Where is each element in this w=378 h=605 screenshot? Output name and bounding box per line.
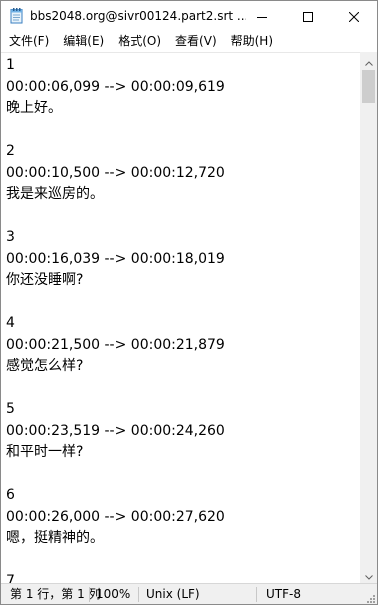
status-cursor-position: 第 1 行，第 1 列 — [10, 587, 101, 601]
text-line[interactable]: 我是来巡房的。 — [6, 184, 360, 206]
text-line[interactable] — [6, 292, 360, 314]
menu-view[interactable]: 查看(V) — [167, 31, 223, 51]
text-line[interactable] — [6, 378, 360, 400]
text-line[interactable]: 1 — [6, 55, 360, 77]
text-line[interactable]: 6 — [6, 485, 360, 507]
minimize-icon — [257, 7, 267, 26]
close-button[interactable] — [331, 1, 377, 31]
text-line[interactable]: 4 — [6, 313, 360, 335]
menu-help[interactable]: 帮助(H) — [223, 31, 279, 51]
status-encoding: UTF-8 — [266, 587, 301, 601]
status-divider — [89, 587, 90, 602]
menu-format[interactable]: 格式(O) — [110, 31, 167, 51]
text-line[interactable]: 00:00:06,099 --> 00:00:09,619 — [6, 77, 360, 99]
text-line[interactable]: 00:00:16,039 --> 00:00:18,019 — [6, 249, 360, 271]
scroll-up-button[interactable] — [360, 52, 377, 69]
text-line[interactable]: 00:00:21,500 --> 00:00:21,879 — [6, 335, 360, 357]
status-divider — [256, 587, 257, 602]
status-zoom: 100% — [96, 587, 131, 601]
scroll-down-button[interactable] — [360, 566, 377, 583]
text-line[interactable]: 你还没睡啊? — [6, 270, 360, 292]
text-line[interactable]: 2 — [6, 141, 360, 163]
status-bar: 第 1 行，第 1 列 100% Unix (LF) UTF-8 — [1, 583, 377, 604]
minimize-button[interactable] — [239, 1, 285, 31]
scrollbar-thumb[interactable] — [362, 70, 375, 103]
maximize-icon — [303, 7, 313, 26]
maximize-button[interactable] — [285, 1, 331, 31]
title-bar[interactable]: bbs2048.org@sivr00124.part2.srt ... — [1, 1, 377, 31]
menu-edit[interactable]: 编辑(E) — [55, 31, 110, 51]
notepad-icon — [10, 8, 24, 24]
text-editor-area[interactable]: 1 00:00:06,099 --> 00:00:09,619 晚上好。 2 00:00… — [1, 52, 360, 584]
notepad-window: bbs2048.org@sivr00124.part2.srt ... 文件(F… — [0, 0, 378, 605]
chevron-down-icon — [364, 565, 373, 584]
text-line[interactable]: 和平时一样? — [6, 442, 360, 464]
text-line[interactable]: 晚上好。 — [6, 98, 360, 120]
text-line[interactable] — [6, 464, 360, 486]
text-line[interactable] — [6, 206, 360, 228]
editor-content[interactable]: 1 00:00:06,099 --> 00:00:09,619 晚上好。 2 00:00… — [6, 55, 360, 584]
text-line[interactable]: 00:00:10,500 --> 00:00:12,720 — [6, 163, 360, 185]
resize-grip-icon[interactable] — [364, 592, 376, 604]
window-title: bbs2048.org@sivr00124.part2.srt ... — [30, 9, 246, 23]
text-line[interactable]: 00:00:26,000 --> 00:00:27,620 — [6, 507, 360, 529]
status-line-ending: Unix (LF) — [146, 587, 200, 601]
menu-bar: 文件(F) 编辑(E) 格式(O) 查看(V) 帮助(H) — [1, 31, 377, 51]
status-divider — [138, 587, 139, 602]
text-line[interactable]: 3 — [6, 227, 360, 249]
chevron-up-icon — [364, 51, 373, 70]
text-line[interactable]: 嗯，挺精神的。 — [6, 528, 360, 550]
text-line[interactable]: 5 — [6, 399, 360, 421]
text-line[interactable] — [6, 550, 360, 572]
close-icon — [348, 7, 360, 26]
text-line[interactable]: 00:00:23,519 --> 00:00:24,260 — [6, 421, 360, 443]
vertical-scrollbar[interactable] — [360, 52, 377, 583]
text-line[interactable]: 感觉怎么样? — [6, 356, 360, 378]
text-line[interactable] — [6, 120, 360, 142]
menu-file[interactable]: 文件(F) — [1, 31, 55, 51]
